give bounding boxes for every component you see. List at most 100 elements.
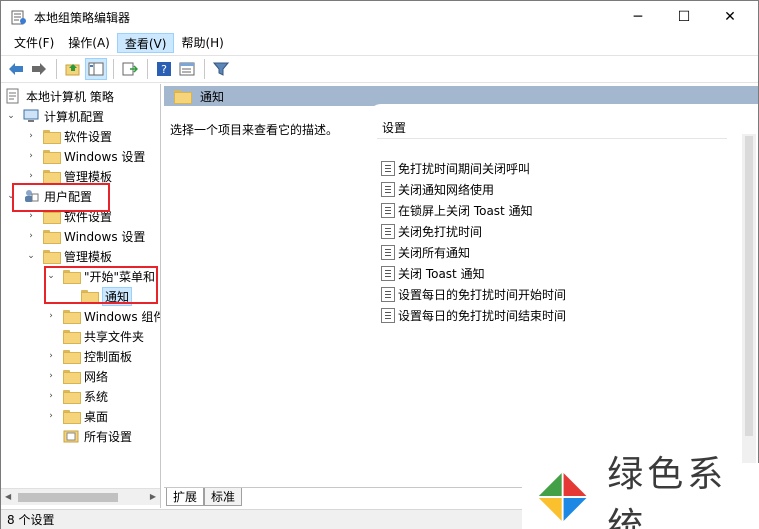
setting-label: 设置每日的免打扰时间开始时间: [398, 287, 567, 302]
setting-item[interactable]: 免打扰时间期间关闭呼叫: [381, 158, 530, 178]
settings-vertical-scrollbar[interactable]: [742, 134, 756, 484]
setting-label: 在锁屏上关闭 Toast 通知: [398, 203, 533, 218]
tree-horizontal-scrollbar[interactable]: ◀ ▶: [1, 488, 160, 505]
filter-icon: [213, 62, 229, 76]
chevron-down-icon[interactable]: ⌄: [5, 110, 17, 122]
setting-item[interactable]: 关闭通知网络使用: [381, 179, 494, 199]
details-title: 通知: [200, 89, 225, 104]
forward-button[interactable]: [28, 58, 50, 80]
tree-label: 控制面板: [84, 349, 133, 364]
toolbar-separator: [56, 59, 57, 79]
toolbar-separator: [147, 59, 148, 79]
tree-item-control-panel[interactable]: › 控制面板: [45, 346, 132, 366]
chevron-right-icon[interactable]: ›: [45, 390, 57, 402]
column-header-setting[interactable]: 设置: [382, 119, 406, 136]
menu-action[interactable]: 操作(A): [61, 33, 117, 53]
close-button[interactable]: ✕: [707, 1, 753, 32]
chevron-right-icon[interactable]: ›: [25, 170, 37, 182]
minimize-button[interactable]: ─: [615, 1, 661, 32]
tree-item-shared-folders[interactable]: 共享文件夹: [63, 326, 144, 346]
chevron-right-icon[interactable]: ›: [25, 150, 37, 162]
tree-label: 本地计算机 策略: [26, 89, 114, 104]
tree-item-desktop[interactable]: › 桌面: [45, 406, 108, 426]
tree-item-network[interactable]: › 网络: [45, 366, 108, 386]
folder-icon: [43, 150, 61, 164]
export-list-button[interactable]: [119, 58, 141, 80]
tree-item-cc-windows[interactable]: › Windows 设置: [25, 146, 145, 166]
all-settings-icon: [63, 429, 79, 443]
tree-item-all-settings[interactable]: 所有设置: [63, 426, 132, 446]
folder-icon: [174, 90, 192, 104]
computer-icon: [23, 109, 39, 123]
setting-label: 关闭所有通知: [398, 245, 471, 260]
menu-help[interactable]: 帮助(H): [174, 33, 230, 53]
tree-label: 网络: [84, 369, 109, 384]
folder-icon: [63, 390, 81, 404]
chevron-right-icon[interactable]: ›: [45, 410, 57, 422]
setting-item[interactable]: 关闭 Toast 通知: [381, 263, 485, 283]
toolbar-separator: [204, 59, 205, 79]
chevron-right-icon[interactable]: ›: [45, 370, 57, 382]
svg-text:?: ?: [161, 63, 167, 76]
scroll-thumb[interactable]: [18, 493, 118, 502]
watermark-text: 绿色系统: [607, 453, 728, 529]
scroll-left-icon[interactable]: ◀: [5, 492, 11, 501]
settings-list: 设置 免打扰时间期间关闭呼叫 关闭通知网络使用 在锁屏上关闭 Toast 通知 …: [369, 104, 758, 484]
details-header: 通知: [164, 86, 758, 106]
policy-setting-icon: [381, 286, 395, 302]
watermark: 绿色系统: [522, 454, 759, 529]
toolbar: ?: [1, 55, 758, 83]
tree-label: 桌面: [84, 409, 109, 424]
tree-item-windows-components[interactable]: › Windows 组件: [45, 306, 160, 326]
chevron-right-icon[interactable]: ›: [25, 130, 37, 142]
folder-icon: [63, 330, 81, 344]
help-button[interactable]: ?: [153, 58, 175, 80]
setting-item[interactable]: 设置每日的免打扰时间开始时间: [381, 284, 566, 304]
tab-standard[interactable]: 标准: [204, 488, 243, 506]
scroll-right-icon[interactable]: ▶: [150, 492, 156, 501]
show-hide-tree-button[interactable]: [85, 58, 107, 80]
filter-button[interactable]: [210, 58, 232, 80]
tree-item-computer-config[interactable]: ⌄ 计算机配置: [5, 106, 104, 126]
policy-doc-icon: [5, 88, 21, 104]
status-text: 8 个设置: [7, 513, 55, 527]
scroll-thumb[interactable]: [745, 136, 753, 436]
setting-label: 免打扰时间期间关闭呼叫: [398, 161, 531, 176]
menu-file[interactable]: 文件(F): [7, 33, 61, 53]
chevron-right-icon[interactable]: ›: [45, 310, 57, 322]
maximize-icon: ☐: [677, 8, 691, 25]
highlight-box-user-config: [12, 183, 110, 212]
back-button[interactable]: [5, 58, 27, 80]
folder-icon: [63, 350, 81, 364]
up-folder-button[interactable]: [62, 58, 84, 80]
tree-item-cc-software[interactable]: › 软件设置: [25, 126, 112, 146]
setting-item[interactable]: 设置每日的免打扰时间结束时间: [381, 305, 566, 325]
chevron-right-icon[interactable]: ›: [25, 230, 37, 242]
policy-setting-icon: [381, 160, 395, 176]
folder-icon: [43, 230, 61, 244]
tab-extended[interactable]: 扩展: [166, 488, 205, 506]
windows-logo-icon: [537, 471, 588, 522]
tree-item-uc-windows[interactable]: › Windows 设置: [25, 226, 145, 246]
chevron-right-icon[interactable]: ›: [45, 350, 57, 362]
tree-item-root[interactable]: 本地计算机 策略: [5, 86, 114, 106]
maximize-button[interactable]: ☐: [661, 1, 707, 32]
setting-item[interactable]: 关闭免打扰时间: [381, 221, 482, 241]
folder-icon: [43, 170, 61, 184]
policy-setting-icon: [381, 244, 395, 260]
policy-setting-icon: [381, 181, 395, 197]
minimize-icon: ─: [633, 8, 643, 25]
highlight-box-notifications: [44, 266, 158, 304]
tree-item-uc-admin[interactable]: ⌄ 管理模板: [25, 246, 112, 266]
chevron-down-icon[interactable]: ⌄: [25, 250, 37, 262]
list-divider: [377, 138, 727, 139]
setting-item[interactable]: 关闭所有通知: [381, 242, 470, 262]
tree-item-system[interactable]: › 系统: [45, 386, 108, 406]
tree-label: 管理模板: [64, 249, 113, 264]
tree-label: 软件设置: [64, 129, 113, 144]
folder-icon: [43, 130, 61, 144]
tree-label: Windows 设置: [64, 229, 146, 244]
menu-view[interactable]: 查看(V): [116, 33, 175, 53]
properties-button[interactable]: [176, 58, 198, 80]
setting-item[interactable]: 在锁屏上关闭 Toast 通知: [381, 200, 533, 220]
